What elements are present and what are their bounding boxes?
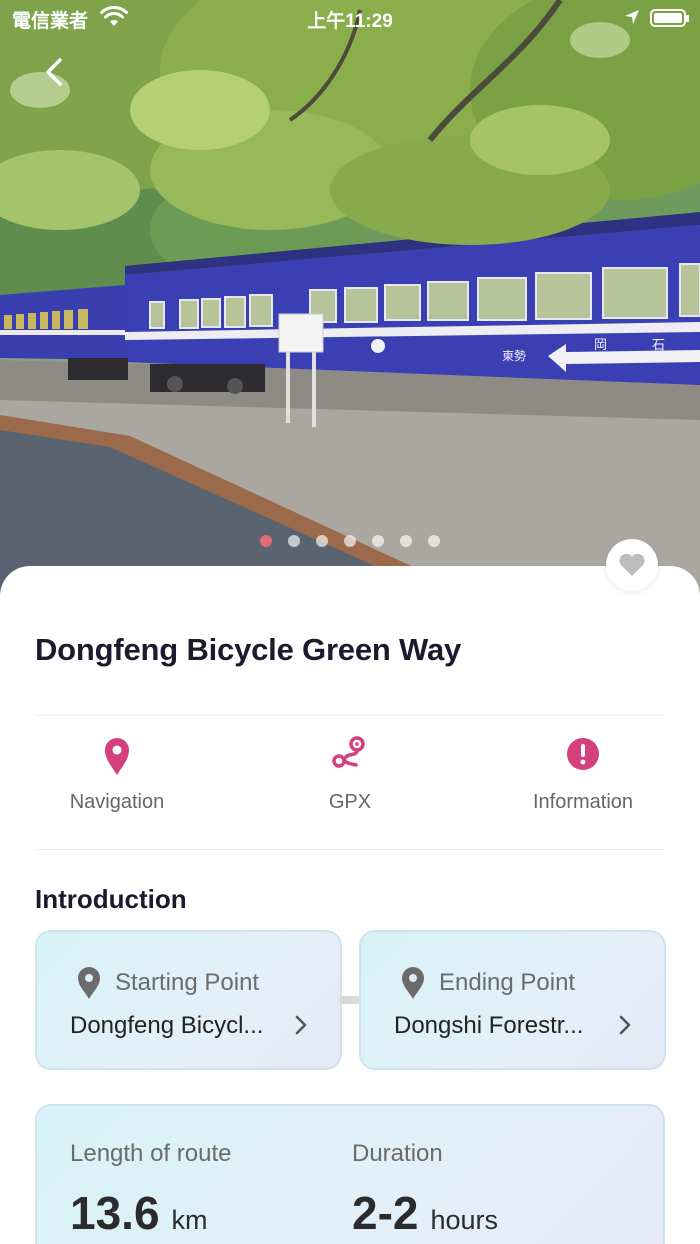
svg-text:東勢: 東勢 [502,348,526,363]
route-title: Dongfeng Bicycle Green Way [35,632,462,667]
carousel-dot[interactable] [260,535,272,547]
duration-value: 2-2 [352,1187,419,1239]
route-icon [332,736,365,768]
ending-point-card[interactable]: Ending Point Dongshi Forestr... [359,930,666,1070]
duration-label: Duration [352,1140,443,1167]
chevron-left-icon [46,58,62,86]
train-scene-illustration: 岡 石 東勢 [0,0,700,600]
gpx-label: GPX [328,791,372,813]
svg-text:石: 石 [652,338,665,353]
back-button[interactable] [34,52,74,92]
navigation-label: Navigation [69,791,165,813]
starting-point-card[interactable]: Starting Point Dongfeng Bicycl... [35,930,342,1070]
favorite-button[interactable] [606,539,658,591]
information-label: Information [532,791,634,813]
status-time: 上午11:29 [307,11,393,32]
carousel-dot[interactable] [372,535,384,547]
information-button[interactable]: Information [466,716,700,850]
carousel-dot[interactable] [400,535,412,547]
info-alert-icon [567,738,599,770]
route-stats-card: Length of route 13.6 km Duration 2-2 hours [35,1104,665,1244]
route-connector [341,996,359,1004]
carousel-dot[interactable] [316,535,328,547]
carousel-dot[interactable] [344,535,356,547]
hero-photo: 岡 石 東勢 電信業者 上午11:29 [0,0,700,600]
action-row: Navigation GPX Information [0,716,700,850]
battery-icon [650,9,689,27]
ending-point-label: Ending Point [439,969,576,996]
chevron-right-icon [619,1015,631,1035]
introduction-heading: Introduction [35,884,187,914]
location-pin-icon [78,967,100,999]
length-label: Length of route [70,1140,232,1167]
map-pin-icon [105,738,129,775]
svg-text:岡: 岡 [594,338,607,353]
duration-unit: hours [430,1205,499,1235]
starting-point-value: Dongfeng Bicycl... [70,1012,264,1039]
length-unit: km [171,1205,208,1235]
divider [35,849,665,850]
gpx-button[interactable]: GPX [233,716,467,850]
navigation-button[interactable]: Navigation [0,716,234,850]
image-carousel-dots [0,534,700,552]
chevron-right-icon [295,1015,307,1035]
ending-point-value: Dongshi Forestr... [394,1012,584,1039]
status-bar: 電信業者 上午11:29 [0,0,700,36]
location-pin-icon [402,967,424,999]
length-value: 13.6 [70,1187,160,1239]
carousel-dot[interactable] [288,535,300,547]
heart-icon [619,553,645,576]
carousel-dot[interactable] [428,535,440,547]
starting-point-label: Starting Point [115,969,260,996]
